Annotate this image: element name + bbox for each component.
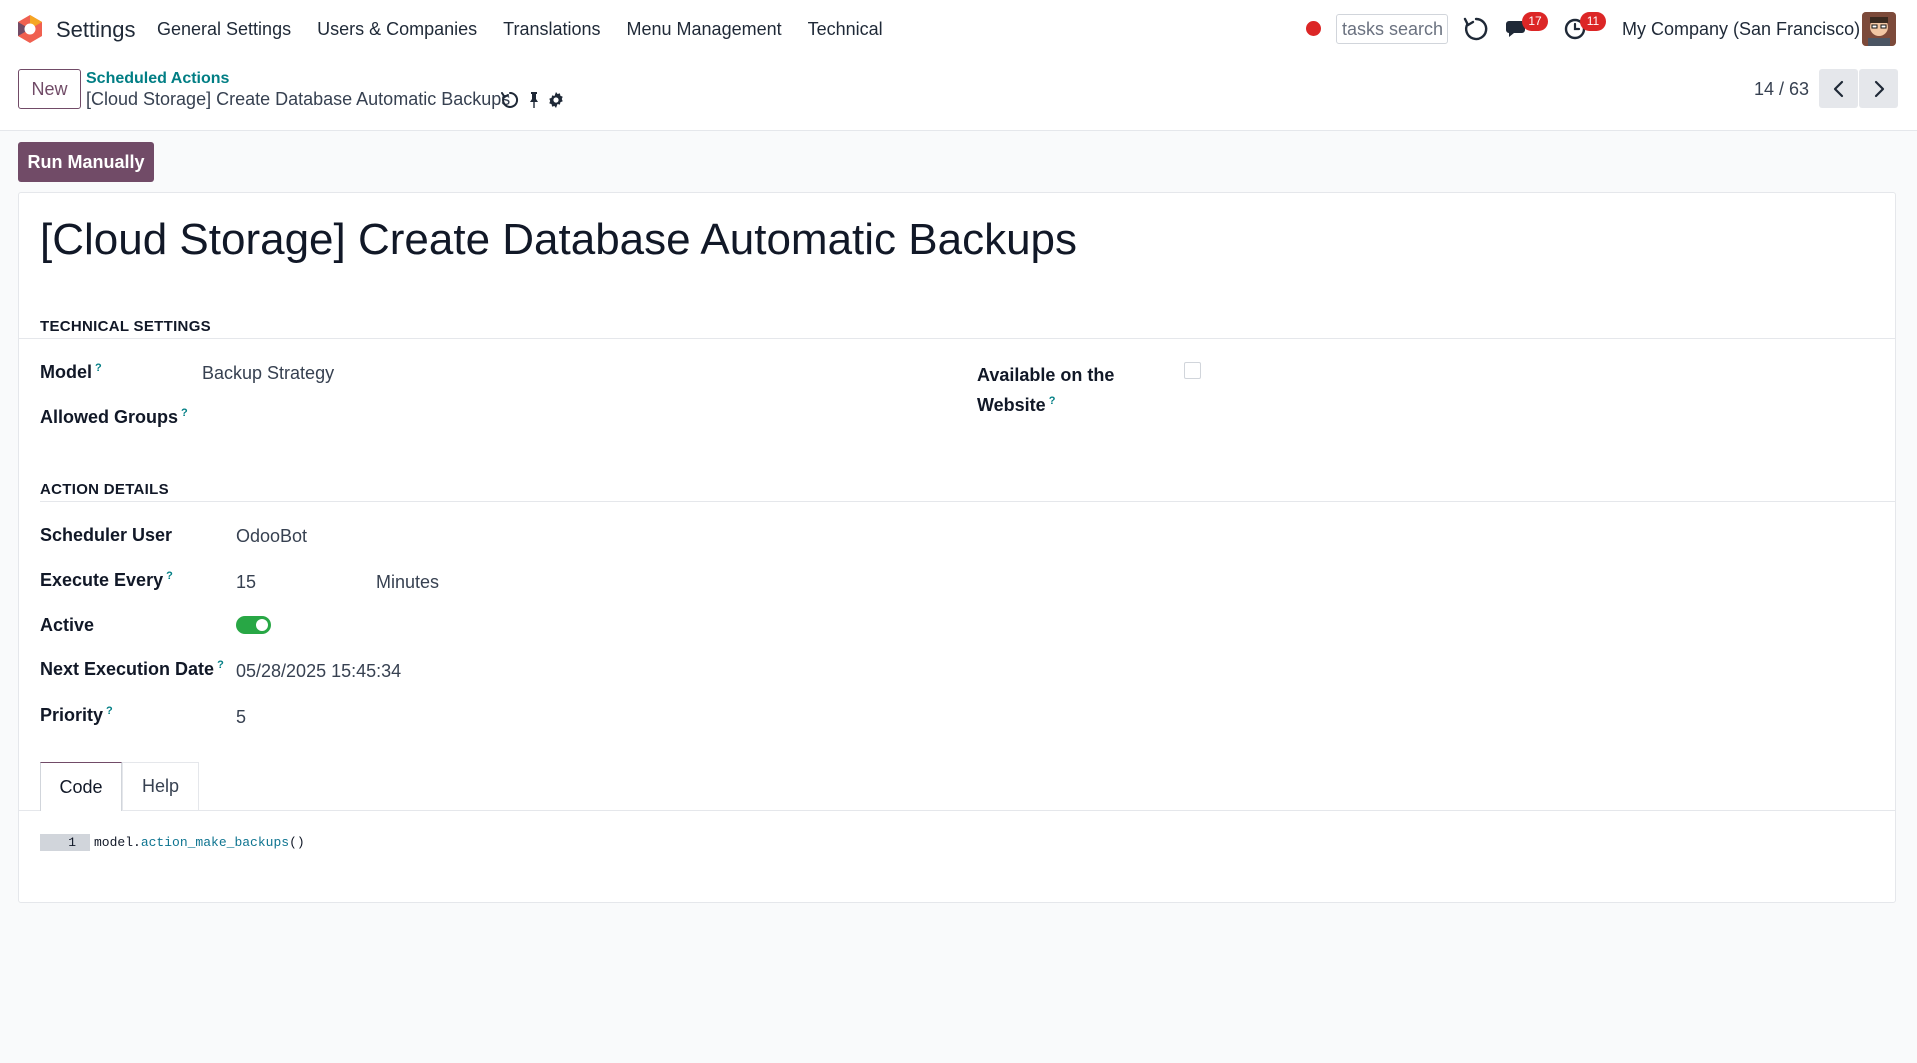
tasks-search-input[interactable] (1336, 14, 1448, 44)
model-label: Model? (40, 362, 102, 382)
pager-next-button[interactable] (1859, 69, 1898, 108)
interval-number-field[interactable]: 15 (236, 572, 256, 593)
priority-label: Priority? (40, 705, 113, 725)
help-tooltip-icon[interactable]: ? (217, 659, 224, 671)
section-divider (40, 501, 1895, 502)
action-details-heading: ACTION DETAILS (40, 481, 169, 498)
pin-icon[interactable] (525, 91, 543, 109)
tabs-divider (19, 810, 1895, 811)
allowed-groups-label: Allowed Groups? (40, 407, 188, 427)
new-button[interactable]: New (18, 69, 81, 109)
next-execution-date-field[interactable]: 05/28/2025 15:45:34 (236, 661, 401, 682)
code-line-number: 1 (40, 834, 90, 851)
available-on-website-label: Available on the Website? (977, 365, 1115, 415)
top-navbar: Settings General Settings Users & Compan… (0, 0, 1917, 59)
next-execution-date-label: Next Execution Date? (40, 659, 224, 679)
code-editor[interactable]: model.action_make_backups() (94, 834, 305, 851)
scheduler-user-label: Scheduler User (40, 525, 173, 545)
available-on-website-checkbox[interactable] (1184, 362, 1201, 379)
help-tooltip-icon[interactable]: ? (166, 570, 173, 582)
execute-every-label: Execute Every? (40, 570, 173, 590)
tab-code[interactable]: Code (40, 762, 122, 811)
breadcrumb-current-record: [Cloud Storage] Create Database Automati… (86, 89, 511, 109)
priority-field[interactable]: 5 (236, 707, 246, 728)
record-title[interactable]: [Cloud Storage] Create Database Automati… (40, 215, 1077, 265)
refresh-icon[interactable] (1463, 16, 1489, 42)
help-tooltip-icon[interactable]: ? (1049, 395, 1056, 407)
messages-badge: 17 (1522, 12, 1548, 31)
help-tooltip-icon[interactable]: ? (106, 705, 113, 717)
odoo-app-icon[interactable] (16, 14, 44, 44)
help-tooltip-icon[interactable]: ? (95, 362, 102, 374)
user-avatar[interactable] (1862, 12, 1896, 46)
control-panel: New Scheduled Actions [Cloud Storage] Cr… (0, 59, 1917, 131)
tab-help[interactable]: Help (122, 762, 199, 810)
technical-settings-heading: TECHNICAL SETTINGS (40, 318, 211, 335)
record-indicator-icon[interactable] (1306, 21, 1321, 36)
menu-translations[interactable]: Translations (503, 19, 600, 40)
scheduler-user-field[interactable]: OdooBot (236, 526, 307, 547)
menu-general-settings[interactable]: General Settings (157, 19, 291, 40)
menu-technical[interactable]: Technical (808, 19, 883, 40)
active-label: Active (40, 615, 95, 635)
chevron-right-icon (1874, 80, 1884, 97)
activities-badge: 11 (1580, 12, 1606, 31)
menu-menu-management[interactable]: Menu Management (627, 19, 782, 40)
chevron-left-icon (1833, 80, 1843, 97)
form-sheet: [Cloud Storage] Create Database Automati… (18, 192, 1896, 903)
main-menu: General Settings Users & Companies Trans… (157, 19, 909, 40)
breadcrumb-scheduled-actions[interactable]: Scheduled Actions (86, 70, 229, 88)
run-manually-button[interactable]: Run Manually (18, 142, 154, 182)
interval-unit-select[interactable]: Minutes (376, 572, 439, 593)
company-switcher[interactable]: My Company (San Francisco) (1622, 19, 1860, 40)
help-tooltip-icon[interactable]: ? (181, 407, 188, 419)
section-divider (19, 338, 1895, 339)
pager-previous-button[interactable] (1819, 69, 1858, 108)
model-field[interactable]: Backup Strategy (202, 363, 334, 384)
active-toggle[interactable] (236, 616, 271, 634)
gear-icon[interactable] (547, 91, 565, 109)
menu-users-companies[interactable]: Users & Companies (317, 19, 477, 40)
discard-refresh-icon[interactable] (501, 91, 519, 109)
app-name[interactable]: Settings (56, 17, 136, 43)
pager-value[interactable]: 14 / 63 (1754, 79, 1809, 100)
